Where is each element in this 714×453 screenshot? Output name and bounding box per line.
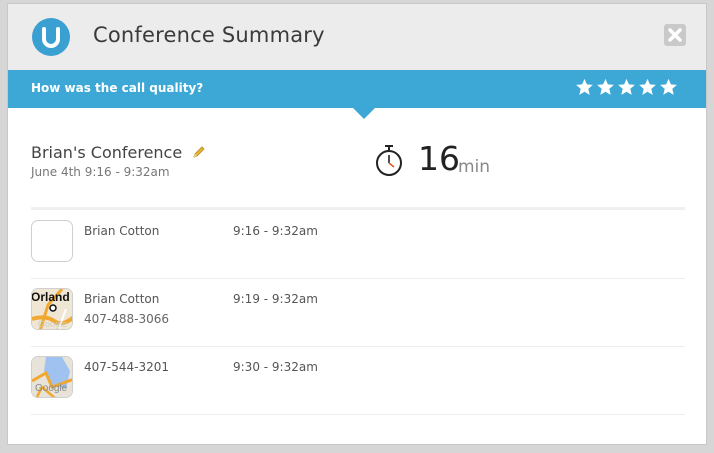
star-icon[interactable] [575,77,594,97]
participant-row[interactable]: Orland Google Brian Cotton 407-488-3066 … [31,278,685,347]
map-watermark: Google [35,383,68,394]
map-watermark: Google [38,319,67,329]
star-icon[interactable] [638,77,657,97]
star-icon[interactable] [617,77,636,97]
duration-value: 16 [418,139,460,178]
conference-date: June 4th 9:16 - 9:32am [31,165,170,179]
close-button[interactable] [664,24,686,46]
participant-time: 9:19 - 9:32am [233,292,318,306]
star-icon[interactable] [659,77,678,97]
call-quality-bar: How was the call quality? [8,70,706,108]
dialog-header: Conference Summary [8,4,706,70]
conference-name-text: Brian's Conference [31,143,183,162]
participant-time: 9:16 - 9:32am [233,224,318,238]
map-orlando-image: Orland Google [32,289,72,329]
close-icon [668,28,682,42]
map-label: Orland [32,290,70,304]
pencil-icon[interactable] [192,145,206,159]
participant-phone: 407-488-3066 [84,312,170,326]
call-quality-prompt: How was the call quality? [31,81,204,95]
participant-time: 9:30 - 9:32am [233,360,318,374]
participant-row[interactable]: Brian Cotton 9:16 - 9:32am [31,210,685,279]
participant-name: 407-544-3201 [84,360,170,374]
map-thumbnail: Google [31,356,73,398]
star-rating[interactable] [575,77,678,97]
participant-thumbnail-blank [31,220,73,262]
participant-name: Brian Cotton [84,224,160,238]
map-thumbnail: Orland Google [31,288,73,330]
participant-name: Brian Cotton [84,292,160,306]
conference-summary-dialog: Conference Summary How was the call qual… [7,3,707,445]
dialog-title: Conference Summary [93,23,325,47]
participant-row[interactable]: Google 407-544-3201 9:30 - 9:32am [31,346,685,415]
rating-bar-pointer [353,108,375,119]
u-logo-icon [32,18,70,56]
conference-name: Brian's Conference [31,143,206,162]
stopwatch-icon [376,145,402,176]
duration-unit: min [458,157,491,177]
map-google-image: Google [32,357,72,397]
star-icon[interactable] [596,77,615,97]
